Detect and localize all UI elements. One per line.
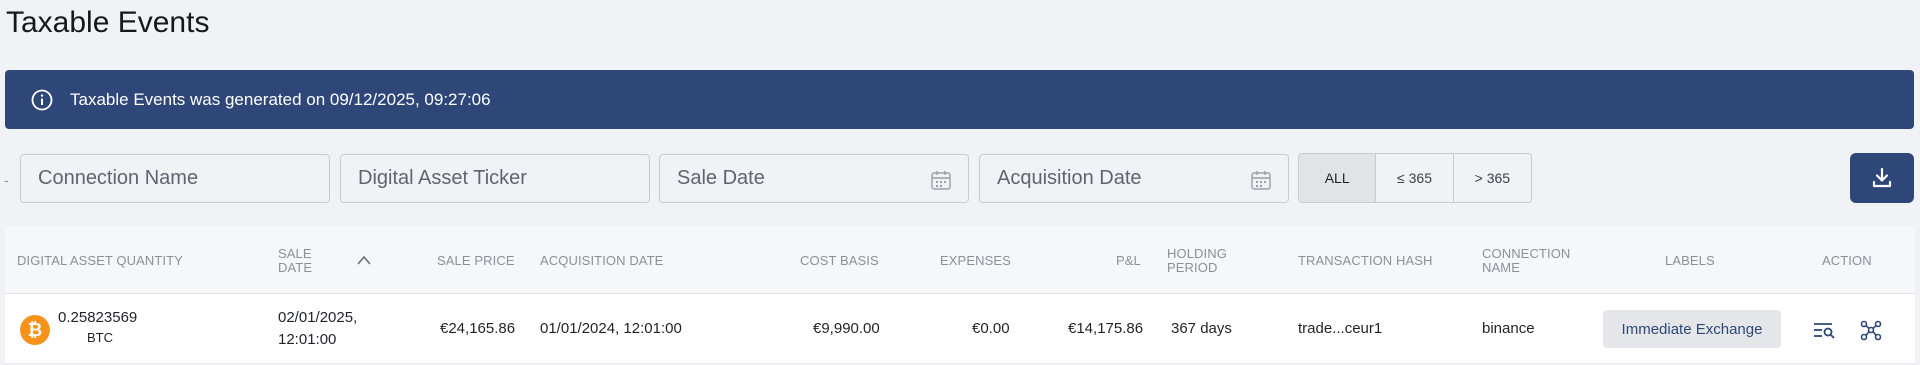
col-sale-price: Sale Price — [437, 253, 515, 268]
holding-option-short[interactable]: ≤ 365 — [1376, 154, 1454, 202]
holding-period-toggle[interactable]: ALL ≤ 365 > 365 — [1298, 153, 1532, 203]
col-acquisition-date: Acquisition Date — [540, 253, 664, 268]
row-holding-period: 367 days — [1171, 320, 1232, 337]
info-icon — [30, 88, 54, 112]
calendar-icon[interactable] — [930, 169, 952, 191]
acquisition-date-field[interactable] — [979, 154, 1289, 203]
sale-date-field[interactable] — [659, 154, 969, 203]
row-connection-name: binance — [1482, 320, 1535, 337]
col-pnl: P&L — [1116, 253, 1141, 268]
table-row: ₿ 0.25823569 BTC 02/01/2025, 12:01:00 €2… — [5, 294, 1915, 364]
label-chip[interactable]: Immediate Exchange — [1603, 310, 1781, 348]
banner-message: Taxable Events was generated on 09/12/20… — [70, 89, 491, 109]
page-title: Taxable Events — [6, 6, 210, 39]
sale-date-input[interactable] — [677, 167, 917, 190]
row-transaction-hash[interactable]: trade...ceur1 — [1298, 318, 1382, 340]
col-connection-name: Connection Name — [1482, 246, 1571, 275]
col-transaction-hash: Transaction Hash — [1298, 253, 1433, 268]
download-icon — [1872, 167, 1892, 188]
taxable-events-table: Digital Asset Quantity Sale Date Sale Pr… — [5, 226, 1915, 364]
col-quantity: Digital Asset Quantity — [17, 253, 183, 268]
row-sale-date-time: 12:01:00 — [278, 331, 337, 348]
col-cost-basis: Cost Basis — [800, 253, 879, 268]
ticker-input[interactable] — [358, 167, 649, 190]
acquisition-date-input[interactable] — [997, 167, 1237, 190]
row-acquisition-date: 01/01/2024, 12:01:00 — [540, 320, 682, 337]
col-sale-date[interactable]: Sale Date — [278, 247, 338, 275]
col-action: Action — [1822, 253, 1872, 268]
connection-name-field[interactable] — [20, 154, 330, 203]
table-header: Digital Asset Quantity Sale Date Sale Pr… — [5, 226, 1915, 294]
holding-option-all[interactable]: ALL — [1299, 154, 1377, 202]
row-quantity: 0.25823569 — [58, 309, 138, 326]
holding-option-long[interactable]: > 365 — [1454, 154, 1531, 202]
row-pnl: €14,175.86 — [1068, 320, 1144, 337]
calendar-icon[interactable] — [1250, 169, 1272, 191]
download-button[interactable] — [1850, 153, 1914, 203]
row-ticker: BTC — [87, 330, 113, 345]
row-expenses: €0.00 — [972, 320, 1010, 337]
sort-ascending-icon[interactable] — [356, 254, 372, 266]
row-cost-basis: €9,990.00 — [813, 320, 880, 337]
network-graph-icon[interactable] — [1859, 319, 1883, 341]
col-holding-period: Holding Period — [1167, 246, 1227, 275]
row-sale-price: €24,165.86 — [440, 320, 516, 337]
row-sale-date-day: 02/01/2025, — [278, 309, 358, 326]
col-expenses: Expenses — [940, 253, 1011, 268]
filter-collapse-toggle[interactable]: - — [4, 172, 9, 188]
col-labels: Labels — [1665, 253, 1715, 268]
ticker-field[interactable] — [340, 154, 650, 203]
bitcoin-icon: ₿ — [20, 315, 50, 345]
view-details-icon[interactable] — [1812, 319, 1836, 341]
generated-info-banner: Taxable Events was generated on 09/12/20… — [5, 70, 1914, 129]
connection-name-input[interactable] — [38, 167, 329, 190]
